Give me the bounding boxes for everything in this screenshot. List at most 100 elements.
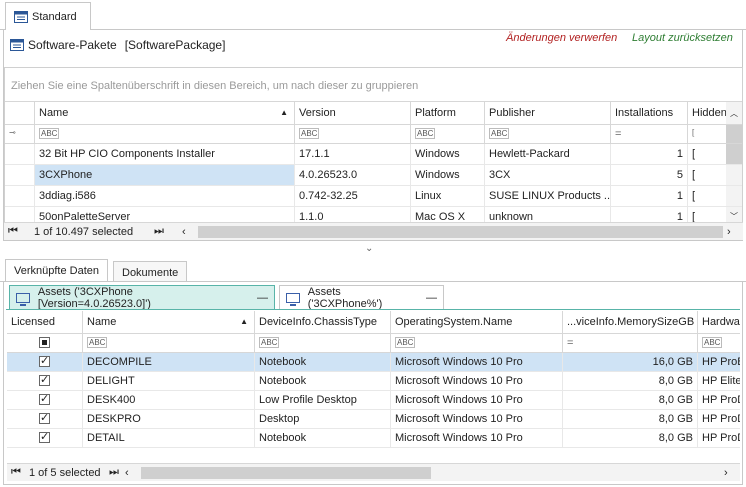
cell-os: Microsoft Windows 10 Pro: [391, 372, 563, 390]
cell-hardware: HP ProD: [702, 394, 740, 406]
type-label: [SoftwarePackage]: [124, 38, 226, 52]
scroll-up-button[interactable]: ︿: [726, 102, 742, 124]
filter-memory[interactable]: =: [563, 334, 698, 352]
group-panel[interactable]: Ziehen Sie eine Spaltenüberschrift in di…: [5, 68, 742, 102]
tab-linked-data[interactable]: Verknüpfte Daten: [5, 259, 109, 282]
table-row[interactable]: 3ddiag.i586 0.742-32.25 Linux SUSE LINUX Pr…: [5, 186, 742, 207]
tab-documents[interactable]: Dokumente: [113, 261, 188, 281]
cell-chassis: Notebook: [255, 429, 391, 447]
tab-standard[interactable]: Standard: [5, 2, 91, 30]
column-header-platform[interactable]: Platform: [411, 102, 485, 124]
cell-name: DELIGHT: [83, 372, 255, 390]
collapse-icon[interactable]: —: [426, 292, 437, 304]
vertical-scrollbar-track[interactable]: [726, 165, 742, 185]
discard-changes-link[interactable]: Änderungen verwerfen: [506, 32, 617, 44]
table-row[interactable]: DESKPRODesktopMicrosoft Windows 10 Pro8,…: [7, 410, 740, 429]
column-header-version[interactable]: Version: [295, 102, 411, 124]
column-header-hidden[interactable]: Hidden: [688, 102, 726, 124]
horizontal-scrollbar[interactable]: [198, 225, 723, 238]
column-header-name[interactable]: Name ▲: [35, 102, 295, 124]
cell-os: Microsoft Windows 10 Pro: [391, 391, 563, 409]
splitter-chevron-icon[interactable]: ⌄: [365, 243, 373, 254]
checkbox-icon: [39, 354, 50, 367]
horizontal-scrollbar[interactable]: [141, 466, 431, 479]
scroll-right-icon[interactable]: ›: [727, 226, 743, 238]
cell-name: DETAIL: [83, 429, 255, 447]
cell-os: Microsoft Windows 10 Pro: [391, 353, 563, 371]
column-header-chassis[interactable]: DeviceInfo.ChassisType: [255, 311, 391, 333]
cell-version: 4.0.26523.0: [295, 165, 411, 185]
table-row[interactable]: DECOMPILENotebookMicrosoft Windows 10 Pr…: [7, 353, 740, 372]
cell-name: DESKPRO: [83, 410, 255, 428]
selection-status: 1 of 10.497 selected: [34, 225, 134, 238]
row-indicator: [5, 186, 35, 206]
sort-asc-icon: ▲: [240, 317, 248, 326]
checkbox-icon: [39, 430, 50, 443]
reset-layout-link[interactable]: Layout zurücksetzen: [632, 32, 733, 44]
scroll-right-icon[interactable]: ›: [724, 467, 740, 479]
column-header-installations[interactable]: Installations: [611, 102, 688, 124]
filter-version[interactable]: ABC: [295, 125, 411, 143]
licensed-checkbox[interactable]: [7, 429, 83, 447]
grid-header: Name ▲ Version Platform Publisher Install…: [5, 102, 742, 125]
column-header-licensed[interactable]: Licensed: [7, 311, 83, 333]
first-page-icon[interactable]: ⏮: [4, 225, 34, 238]
subtab-assets-wildcard[interactable]: Assets ('3CXPhone%') —: [279, 285, 444, 310]
column-header-memory[interactable]: ...viceInfo.MemorySizeGB: [563, 311, 698, 333]
table-icon: [14, 10, 28, 23]
column-header-hardware[interactable]: Hardwa: [698, 311, 740, 333]
vertical-scrollbar-thumb[interactable]: [726, 125, 742, 143]
row-indicator: [5, 165, 35, 185]
table-icon: [10, 39, 24, 51]
cell-chassis: Low Profile Desktop: [255, 391, 391, 409]
filter-os[interactable]: ABC: [391, 334, 563, 352]
filter-row: ABC ABC ABC = ABC: [7, 334, 740, 353]
cell-chassis: Notebook: [255, 372, 391, 390]
licensed-checkbox[interactable]: [7, 353, 83, 371]
row-indicator: [5, 144, 35, 164]
column-header-os[interactable]: OperatingSystem.Name: [391, 311, 563, 333]
scroll-left-icon[interactable]: ‹: [182, 226, 194, 238]
indicator-header: [5, 102, 35, 124]
cell-hardware: HP ProD: [702, 432, 740, 444]
column-header-publisher[interactable]: Publisher: [485, 102, 611, 124]
scroll-left-icon[interactable]: ‹: [125, 467, 137, 479]
licensed-checkbox[interactable]: [7, 410, 83, 428]
cell-hidden: [: [692, 190, 696, 202]
column-header-name[interactable]: Name ▲: [83, 311, 255, 333]
cell-hardware: HP Elite: [702, 375, 740, 387]
cell-memory: 8,0 GB: [563, 410, 698, 428]
cell-hardware: HP ProB: [702, 356, 740, 368]
last-page-icon[interactable]: ⏭: [109, 466, 125, 479]
vertical-scrollbar-track[interactable]: [726, 186, 742, 206]
filter-installations[interactable]: =: [611, 125, 688, 143]
cell-memory: 8,0 GB: [563, 391, 698, 409]
cell-publisher: Hewlett-Packard: [485, 144, 611, 164]
table-row[interactable]: DELIGHTNotebookMicrosoft Windows 10 Pro8…: [7, 372, 740, 391]
assets-grid: Licensed Name ▲ DeviceInfo.ChassisType Op…: [7, 311, 740, 463]
table-row[interactable]: 32 Bit HP CIO Components Installer 17.1.1…: [5, 144, 742, 165]
filter-publisher[interactable]: ABC: [485, 125, 611, 143]
vertical-scrollbar-track[interactable]: [726, 144, 742, 164]
cell-memory: 16,0 GB: [563, 353, 698, 371]
filter-hardware[interactable]: ABC: [698, 334, 740, 352]
table-row[interactable]: DESK400Low Profile DesktopMicrosoft Wind…: [7, 391, 740, 410]
table-row[interactable]: 3CXPhone 4.0.26523.0 Windows 3CX 5 [: [5, 165, 742, 186]
filter-licensed[interactable]: [7, 334, 83, 352]
cell-publisher: 3CX: [485, 165, 611, 185]
last-page-icon[interactable]: ⏭: [154, 225, 182, 238]
subtab-assets-version[interactable]: Assets ('3CXPhone [Version=4.0.26523.0]'…: [9, 285, 275, 310]
cell-name: 32 Bit HP CIO Components Installer: [35, 144, 295, 164]
filter-chassis[interactable]: ABC: [255, 334, 391, 352]
collapse-icon[interactable]: —: [257, 292, 268, 304]
filter-hidden[interactable]: [: [688, 125, 726, 143]
table-row[interactable]: DETAILNotebookMicrosoft Windows 10 Pro8,…: [7, 429, 740, 448]
filter-name[interactable]: ABC: [83, 334, 255, 352]
licensed-checkbox[interactable]: [7, 372, 83, 390]
cell-name: 3ddiag.i586: [35, 186, 295, 206]
filter-name[interactable]: ABC: [35, 125, 295, 143]
first-page-icon[interactable]: ⏮: [7, 466, 29, 479]
filter-platform[interactable]: ABC: [411, 125, 485, 143]
licensed-checkbox[interactable]: [7, 391, 83, 409]
cell-os: Microsoft Windows 10 Pro: [391, 410, 563, 428]
